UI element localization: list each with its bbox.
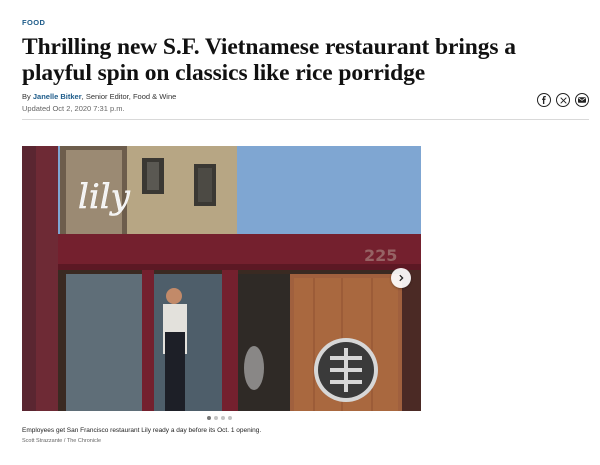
gallery-dot-1[interactable]	[207, 416, 211, 420]
x-icon	[559, 96, 567, 104]
address-number: 225	[364, 246, 397, 265]
byline: By Janelle Bitker, Senior Editor, Food &…	[22, 92, 176, 101]
gallery-dot-2[interactable]	[214, 416, 218, 420]
updated-timestamp: Updated Oct 2, 2020 7:31 p.m.	[22, 104, 125, 113]
facebook-icon	[542, 96, 546, 104]
section-label[interactable]: FOOD	[22, 18, 45, 27]
neon-sign-text: lily	[78, 177, 131, 217]
chevron-right-icon	[399, 274, 404, 282]
gallery-next-button[interactable]	[391, 268, 411, 288]
byline-prefix: By	[22, 92, 31, 101]
share-bar	[537, 93, 589, 107]
byline-comma: ,	[81, 92, 84, 101]
photo-caption: Employees get San Francisco restaurant L…	[22, 427, 262, 434]
gallery-dot-3[interactable]	[221, 416, 225, 420]
author-title: Senior Editor, Food & Wine	[85, 92, 177, 101]
gallery-dot-4[interactable]	[228, 416, 232, 420]
photo-credit: Scott Strazzante / The Chronicle	[22, 438, 102, 444]
article-headline: Thrilling new S.F. Vietnamese restaurant…	[22, 34, 516, 86]
author-link[interactable]: Janelle Bitker	[33, 92, 82, 101]
email-icon	[578, 97, 586, 103]
header-divider	[22, 119, 589, 120]
gallery-photo[interactable]: lily 225	[22, 146, 421, 411]
restaurant-storefront-image: lily 225	[22, 146, 421, 411]
gallery-pagination	[207, 416, 232, 420]
share-email-button[interactable]	[575, 93, 589, 107]
share-facebook-button[interactable]	[537, 93, 551, 107]
share-x-button[interactable]	[556, 93, 570, 107]
